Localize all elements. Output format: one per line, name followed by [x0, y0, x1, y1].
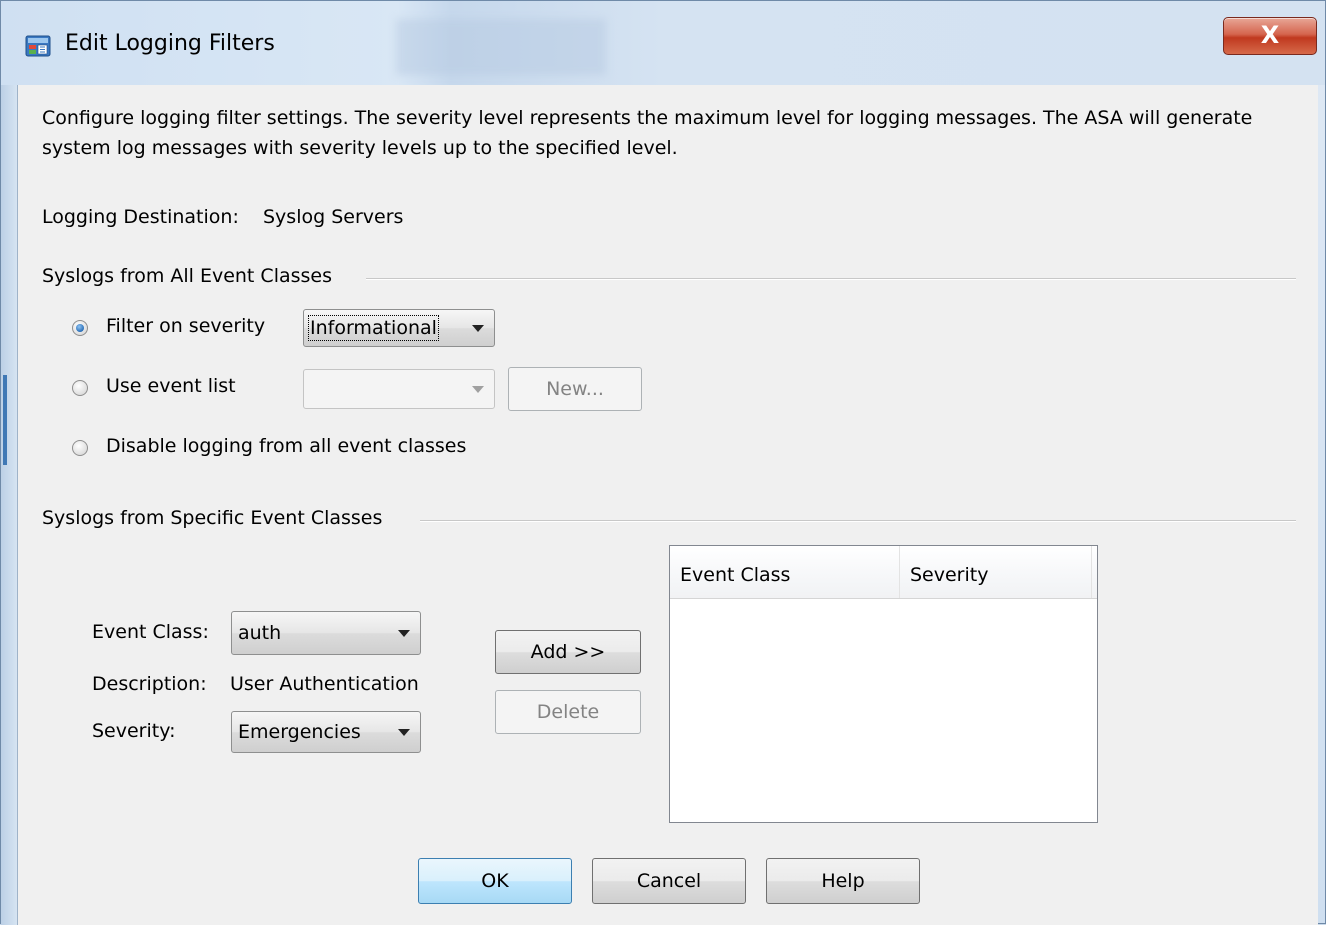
window-left-border	[1, 85, 17, 925]
chevron-down-icon	[398, 729, 410, 736]
use-event-list-label[interactable]: Use event list	[106, 375, 236, 397]
title-bar[interactable]: Edit Logging Filters X	[1, 1, 1325, 85]
filter-on-severity-label[interactable]: Filter on severity	[106, 315, 265, 337]
description-label: Description:	[92, 673, 207, 695]
use-event-list-radio[interactable]	[72, 380, 88, 396]
dialog-body: Configure logging filter settings. The s…	[17, 85, 1318, 925]
group-title-all-event-classes: Syslogs from All Event Classes	[42, 265, 333, 287]
event-class-select[interactable]: auth	[231, 611, 421, 655]
border-accent	[3, 375, 7, 465]
close-button[interactable]: X	[1223, 17, 1317, 55]
description-value: User Authentication	[230, 673, 419, 695]
ok-button[interactable]: OK	[418, 858, 572, 904]
cancel-button[interactable]: Cancel	[592, 858, 746, 904]
edit-logging-filters-dialog: Edit Logging Filters X Configure logging…	[0, 0, 1326, 925]
chevron-down-icon	[398, 630, 410, 637]
disable-logging-radio[interactable]	[72, 440, 88, 456]
delete-button[interactable]: Delete	[495, 690, 641, 734]
add-button[interactable]: Add >>	[495, 630, 641, 674]
new-event-list-button[interactable]: New...	[508, 367, 642, 411]
severity-label: Severity:	[92, 720, 176, 742]
event-list-select[interactable]	[303, 369, 495, 409]
logging-filters-app-icon	[25, 35, 51, 57]
background-window-ghost	[396, 19, 606, 75]
event-class-table[interactable]: Event Class Severity	[669, 545, 1098, 823]
group-title-specific-event-classes: Syslogs from Specific Event Classes	[42, 507, 383, 529]
filter-on-severity-radio[interactable]	[72, 320, 88, 336]
help-button[interactable]: Help	[766, 858, 920, 904]
severity-select[interactable]: Informational	[303, 309, 495, 347]
intro-description: Configure logging filter settings. The s…	[42, 107, 1253, 159]
event-class-label: Event Class:	[92, 621, 209, 643]
table-header: Event Class Severity	[670, 546, 1097, 599]
event-severity-select-value: Emergencies	[238, 721, 361, 743]
chevron-down-icon	[472, 325, 484, 332]
chevron-down-icon	[472, 386, 484, 393]
event-severity-select[interactable]: Emergencies	[231, 711, 421, 753]
logging-destination-label: Logging Destination:	[42, 206, 239, 228]
severity-select-value: Informational	[308, 315, 439, 341]
column-header-severity[interactable]: Severity	[900, 546, 1092, 598]
window-title: Edit Logging Filters	[65, 31, 275, 56]
close-icon: X	[1260, 21, 1280, 49]
event-class-select-value: auth	[238, 622, 282, 644]
disable-logging-label[interactable]: Disable logging from all event classes	[106, 435, 466, 457]
group-divider	[420, 520, 1296, 522]
logging-destination-value: Syslog Servers	[263, 206, 404, 228]
group-divider	[366, 278, 1296, 280]
column-header-event-class[interactable]: Event Class	[670, 546, 900, 598]
